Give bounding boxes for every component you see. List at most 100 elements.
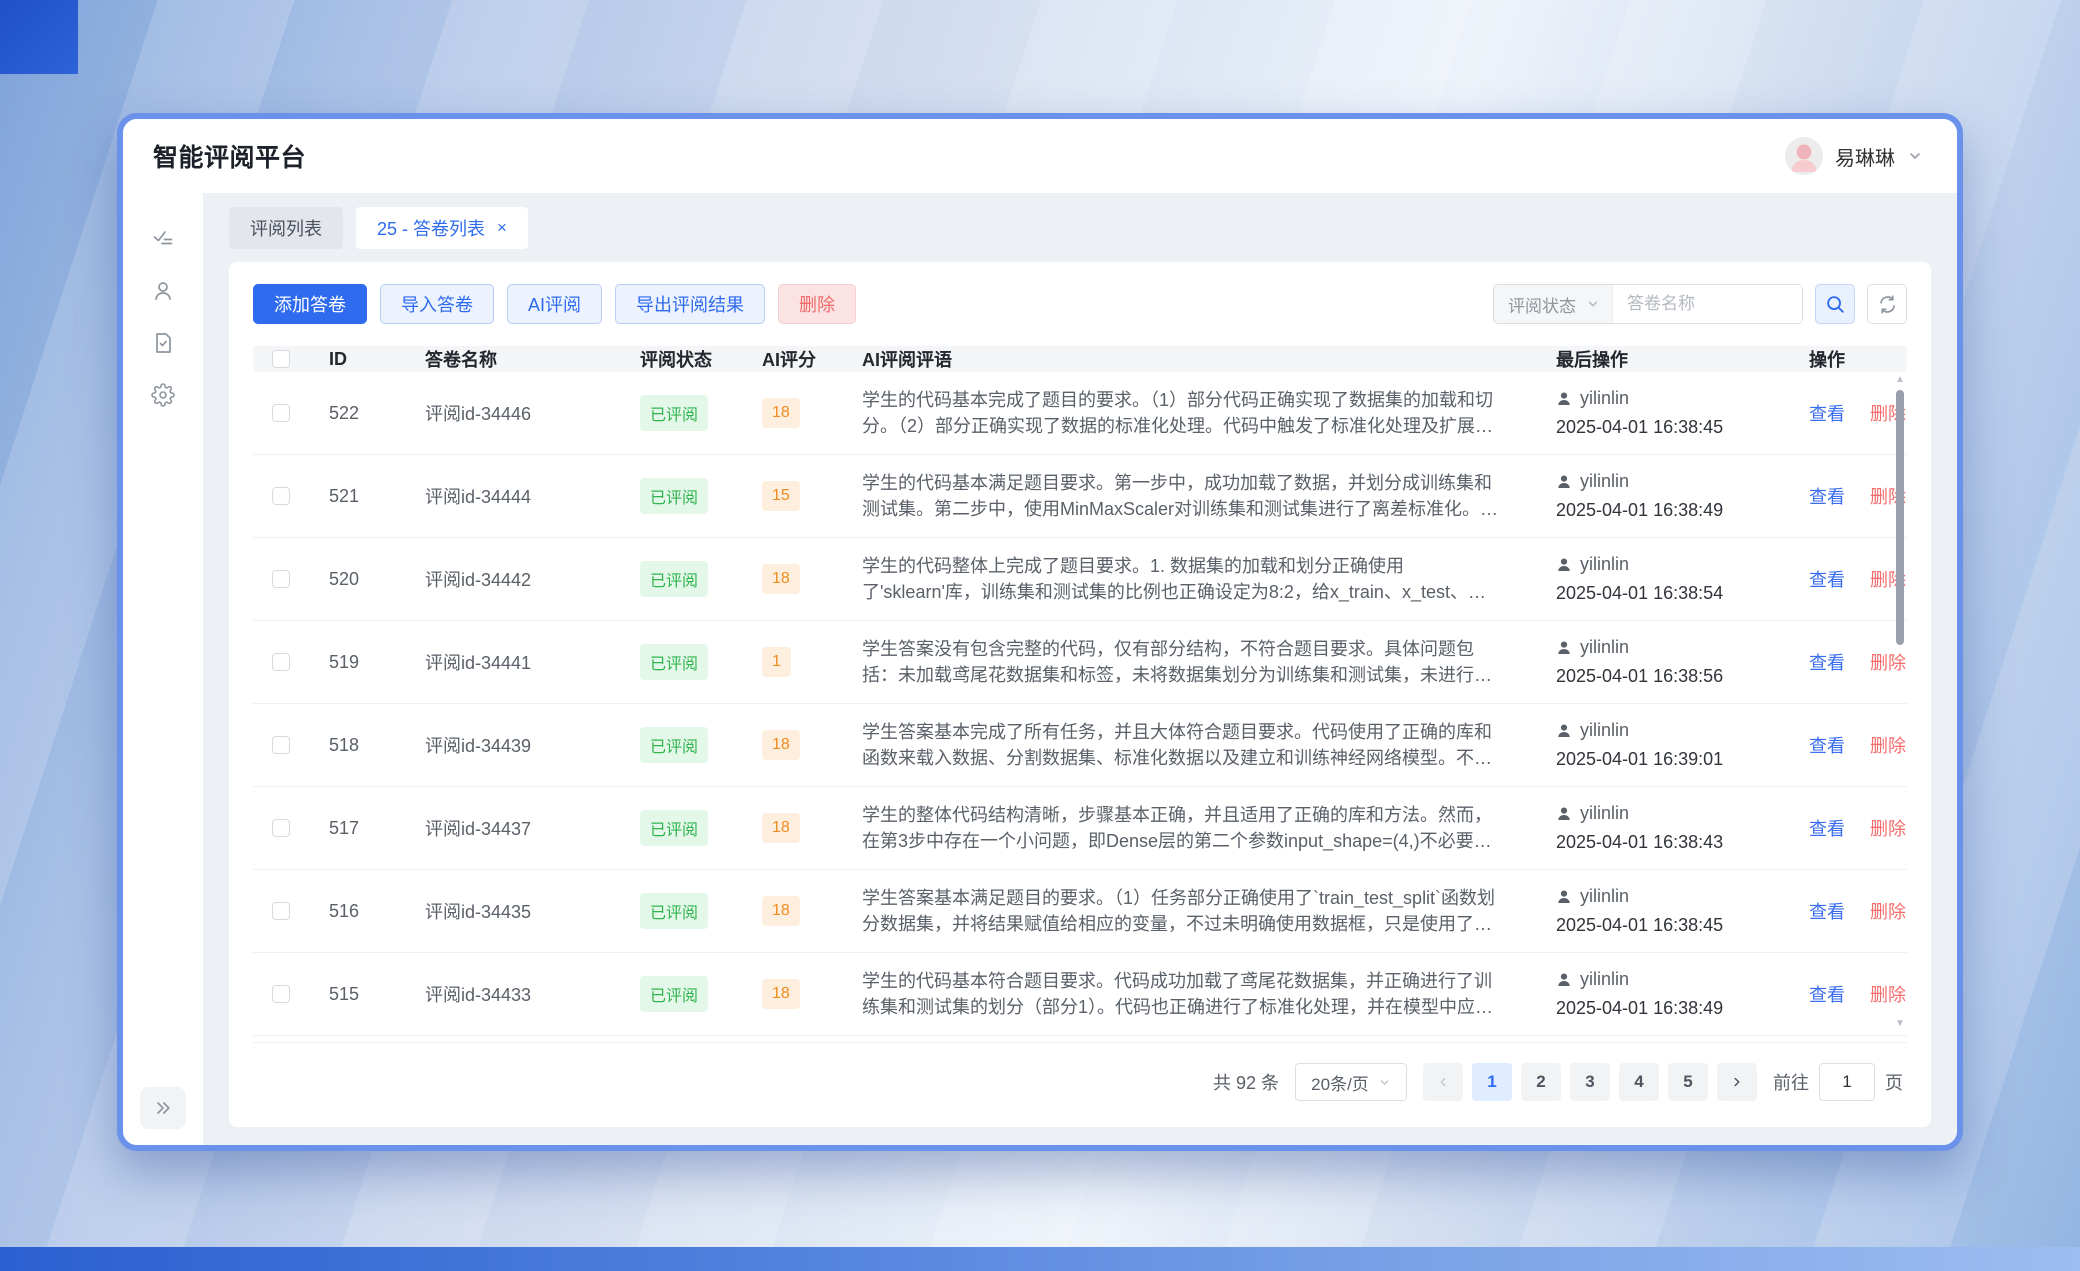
app-body: 评阅列表 25 - 答卷列表 × 添加答卷 导入答卷 AI评阅 导出评阅结果 删… xyxy=(123,193,1957,1145)
select-all-checkbox[interactable] xyxy=(272,350,290,368)
sidebar-item-settings[interactable] xyxy=(123,369,203,421)
row-checkbox[interactable] xyxy=(272,487,290,505)
operator-name: yilinlin xyxy=(1580,471,1629,492)
operation-time: 2025-04-01 16:38:43 xyxy=(1556,832,1789,853)
person-icon xyxy=(1556,391,1572,407)
refresh-button[interactable] xyxy=(1867,284,1907,324)
sidebar-collapse-button[interactable] xyxy=(140,1087,186,1129)
row-id: 515 xyxy=(309,984,405,1005)
page-button-1[interactable]: 1 xyxy=(1472,1063,1512,1101)
last-operation: yilinlin 2025-04-01 16:39:01 xyxy=(1536,720,1789,770)
page-button-3[interactable]: 3 xyxy=(1570,1063,1610,1101)
view-link[interactable]: 查看 xyxy=(1809,570,1845,590)
row-id: 522 xyxy=(309,403,405,424)
tab-label: 25 - 答卷列表 xyxy=(377,215,485,241)
sidebar-item-review-list[interactable] xyxy=(123,213,203,265)
view-link[interactable]: 查看 xyxy=(1809,653,1845,673)
row-checkbox[interactable] xyxy=(272,736,290,754)
table-header: ID 答卷名称 评阅状态 AI评分 AI评阅评语 最后操作 操作 xyxy=(253,346,1907,372)
next-page-button[interactable] xyxy=(1717,1063,1757,1101)
tab-answer-sheet-list[interactable]: 25 - 答卷列表 × xyxy=(356,207,528,249)
row-actions: 查看 删除 xyxy=(1789,898,1907,924)
status-select-placeholder: 评阅状态 xyxy=(1508,292,1576,317)
row-actions: 查看 删除 xyxy=(1789,981,1907,1007)
page-size-select[interactable]: 20条/页 xyxy=(1295,1063,1407,1101)
review-checklist-icon xyxy=(151,227,175,251)
view-link[interactable]: 查看 xyxy=(1809,985,1845,1005)
row-actions: 查看 删除 xyxy=(1789,566,1907,592)
tab-review-list[interactable]: 评阅列表 xyxy=(229,207,343,249)
row-id: 516 xyxy=(309,901,405,922)
vertical-scrollbar[interactable]: ▲ ▼ xyxy=(1893,374,1907,1030)
view-link[interactable]: 查看 xyxy=(1809,902,1845,922)
scrollbar-thumb[interactable] xyxy=(1896,390,1904,645)
prev-page-button[interactable] xyxy=(1423,1063,1463,1101)
export-results-button[interactable]: 导出评阅结果 xyxy=(615,284,765,324)
column-header-comment: AI评阅评语 xyxy=(842,346,1536,372)
delete-button[interactable]: 删除 xyxy=(778,284,856,324)
operation-time: 2025-04-01 16:38:49 xyxy=(1556,500,1789,521)
operation-time: 2025-04-01 16:38:56 xyxy=(1556,666,1789,687)
view-link[interactable]: 查看 xyxy=(1809,736,1845,756)
row-checkbox[interactable] xyxy=(272,653,290,671)
user-icon xyxy=(151,279,175,303)
double-chevron-right-icon xyxy=(153,1098,173,1118)
row-checkbox[interactable] xyxy=(272,819,290,837)
row-checkbox[interactable] xyxy=(272,404,290,422)
filter-group: 评阅状态 xyxy=(1493,284,1907,324)
status-badge: 已评阅 xyxy=(640,395,708,431)
score-badge: 18 xyxy=(762,564,800,594)
page-button-2[interactable]: 2 xyxy=(1521,1063,1561,1101)
user-menu[interactable]: 易琳琳 xyxy=(1785,137,1923,175)
operator-name: yilinlin xyxy=(1580,969,1629,990)
row-name: 评阅id-34444 xyxy=(405,483,620,509)
search-button[interactable] xyxy=(1815,284,1855,324)
user-name: 易琳琳 xyxy=(1835,142,1895,171)
row-name: 评阅id-34433 xyxy=(405,981,620,1007)
ai-comment: 学生的代码基本完成了题目的要求。（1）部分代码正确实现了数据集的加载和切分。（2… xyxy=(842,387,1536,439)
row-checkbox[interactable] xyxy=(272,985,290,1003)
row-id: 518 xyxy=(309,735,405,756)
score-badge: 1 xyxy=(762,647,791,677)
tab-close-icon[interactable]: × xyxy=(497,218,507,238)
sidebar-item-papers[interactable] xyxy=(123,317,203,369)
row-checkbox[interactable] xyxy=(272,902,290,920)
person-icon xyxy=(1556,640,1572,656)
chevron-down-icon xyxy=(1586,297,1600,311)
ai-review-button[interactable]: AI评阅 xyxy=(507,284,602,324)
operation-time: 2025-04-01 16:38:45 xyxy=(1556,915,1789,936)
scroll-up-icon[interactable]: ▲ xyxy=(1895,374,1905,386)
goto-label: 前往 xyxy=(1773,1069,1809,1095)
answer-name-input[interactable] xyxy=(1613,285,1803,323)
row-actions: 查看 删除 xyxy=(1789,483,1907,509)
add-answer-button[interactable]: 添加答卷 xyxy=(253,284,367,324)
row-checkbox[interactable] xyxy=(272,570,290,588)
score-badge: 15 xyxy=(762,481,800,511)
view-link[interactable]: 查看 xyxy=(1809,404,1845,424)
status-badge: 已评阅 xyxy=(640,478,708,514)
operator-name: yilinlin xyxy=(1580,803,1629,824)
review-status-select[interactable]: 评阅状态 xyxy=(1494,285,1613,323)
settings-gear-icon xyxy=(151,383,175,407)
list-panel: 添加答卷 导入答卷 AI评阅 导出评阅结果 删除 评阅状态 xyxy=(229,262,1931,1127)
sidebar-item-users[interactable] xyxy=(123,265,203,317)
view-link[interactable]: 查看 xyxy=(1809,819,1845,839)
last-operation: yilinlin 2025-04-01 16:38:56 xyxy=(1536,637,1789,687)
status-badge: 已评阅 xyxy=(640,893,708,929)
page-size-value: 20条/页 xyxy=(1311,1070,1369,1095)
view-link[interactable]: 查看 xyxy=(1809,487,1845,507)
avatar xyxy=(1785,137,1823,175)
page-button-5[interactable]: 5 xyxy=(1668,1063,1708,1101)
ai-comment: 学生的代码整体上完成了题目要求。1. 数据集的加载和划分正确使用了'sklear… xyxy=(842,553,1536,605)
filter-combo: 评阅状态 xyxy=(1493,284,1803,324)
row-id: 519 xyxy=(309,652,405,673)
scroll-down-icon[interactable]: ▼ xyxy=(1895,1018,1905,1030)
last-operation: yilinlin 2025-04-01 16:38:43 xyxy=(1536,803,1789,853)
row-name: 评阅id-34446 xyxy=(405,400,620,426)
person-icon xyxy=(1556,806,1572,822)
import-answer-button[interactable]: 导入答卷 xyxy=(380,284,494,324)
page-button-4[interactable]: 4 xyxy=(1619,1063,1659,1101)
goto-page-input[interactable] xyxy=(1819,1063,1875,1101)
row-id: 517 xyxy=(309,818,405,839)
table-row: 519 评阅id-34441 已评阅 1 学生答案没有包含完整的代码，仅有部分结… xyxy=(253,621,1907,704)
